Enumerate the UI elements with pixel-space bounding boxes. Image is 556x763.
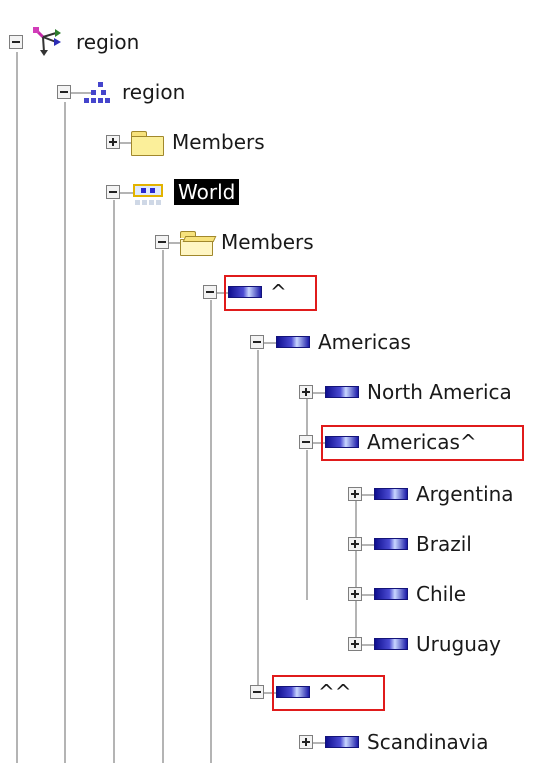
node-label: Americas: [318, 330, 411, 354]
expand-toggle-members[interactable]: [106, 135, 120, 149]
node-label: North America: [367, 380, 512, 404]
expand-toggle-chile[interactable]: [348, 587, 362, 601]
collapse-toggle-world-members[interactable]: [155, 235, 169, 249]
expand-toggle-north-america[interactable]: [299, 385, 313, 399]
collapse-toggle-double-caret[interactable]: [250, 685, 264, 699]
highlight-box-root-member: [224, 275, 317, 311]
tree-node-uruguay[interactable]: Uruguay: [374, 629, 501, 659]
folder-closed-icon: [130, 129, 164, 156]
node-label-selected: World: [174, 179, 240, 205]
tree-node-members-folder[interactable]: Members: [130, 127, 265, 157]
tree-node-region-hierarchy[interactable]: region: [80, 77, 185, 107]
collapse-toggle-americas-caret[interactable]: [299, 435, 313, 449]
node-label: Chile: [416, 582, 467, 606]
dimension-icon: [30, 25, 68, 59]
tree-line: [64, 102, 66, 763]
member-icon: [374, 638, 408, 650]
tree-node-scandinavia[interactable]: Scandinavia: [325, 727, 488, 757]
member-icon: [374, 588, 408, 600]
tree-node-region-dimension[interactable]: region: [30, 27, 139, 57]
collapse-toggle-region-dimension[interactable]: [9, 35, 23, 49]
collapse-toggle-root-member[interactable]: [203, 285, 217, 299]
hierarchy-icon: [80, 78, 114, 106]
tree-node-brazil[interactable]: Brazil: [374, 529, 472, 559]
tree-node-north-america[interactable]: North America: [325, 377, 512, 407]
collapse-toggle-region-hierarchy[interactable]: [57, 85, 71, 99]
tree-node-world-members-folder[interactable]: Members: [179, 227, 314, 257]
node-label: region: [122, 80, 186, 104]
highlight-box-double-caret: [272, 675, 385, 711]
highlight-box-americas-caret: [321, 425, 524, 461]
node-label: Argentina: [416, 482, 514, 506]
level-icon: [130, 178, 166, 206]
member-icon: [374, 538, 408, 550]
member-icon: [374, 488, 408, 500]
tree-line: [210, 300, 212, 763]
member-icon: [325, 736, 359, 748]
tree-node-chile[interactable]: Chile: [374, 579, 466, 609]
tree-line: [16, 52, 18, 763]
tree-line: [257, 350, 259, 690]
tree-line: [162, 250, 164, 763]
tree-line: [355, 500, 357, 648]
tree-node-world-level[interactable]: World: [130, 177, 240, 207]
member-icon: [276, 336, 310, 348]
node-label: Scandinavia: [367, 730, 489, 754]
tree-line: [113, 200, 115, 763]
expand-toggle-uruguay[interactable]: [348, 637, 362, 651]
node-label: Members: [172, 130, 265, 154]
folder-open-icon: [179, 229, 217, 256]
node-label: Brazil: [416, 532, 472, 556]
expand-toggle-brazil[interactable]: [348, 537, 362, 551]
collapse-toggle-americas[interactable]: [250, 335, 264, 349]
node-label: region: [76, 30, 140, 54]
tree-node-americas[interactable]: Americas: [276, 327, 411, 357]
node-label: Members: [221, 230, 314, 254]
expand-toggle-scandinavia[interactable]: [299, 735, 313, 749]
expand-toggle-argentina[interactable]: [348, 487, 362, 501]
node-label: Uruguay: [416, 632, 501, 656]
tree-view: { "tree": { "dimension": { "label": "reg…: [0, 0, 556, 763]
collapse-toggle-world[interactable]: [106, 185, 120, 199]
tree-line: [306, 450, 308, 600]
tree-node-argentina[interactable]: Argentina: [374, 479, 514, 509]
member-icon: [325, 386, 359, 398]
